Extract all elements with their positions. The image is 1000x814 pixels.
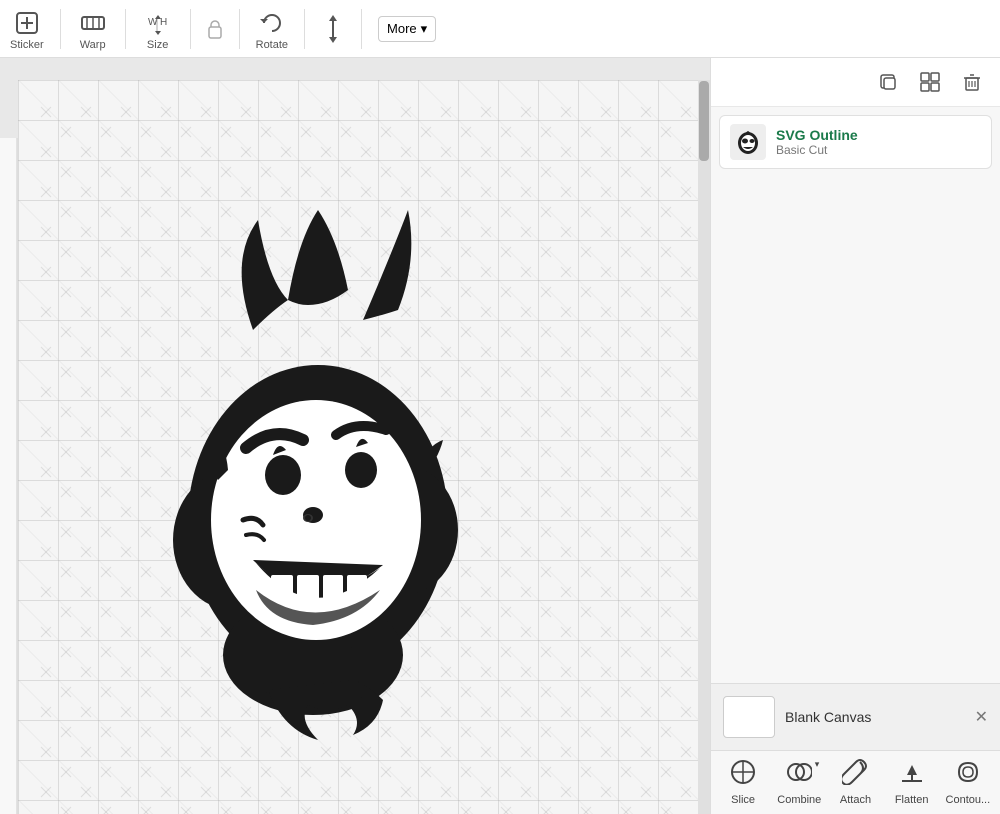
right-panel: Layers Color Sync (710, 0, 1000, 814)
top-toolbar: Sticker Warp W H Size Rotate (0, 0, 1000, 58)
attach-label: Attach (840, 794, 871, 806)
attach-icon (842, 759, 868, 791)
warp-tool[interactable]: Warp (77, 7, 109, 51)
contour-label: Contou... (946, 794, 991, 806)
layer-thumbnail (730, 124, 766, 160)
divider-1 (60, 9, 61, 49)
size-tool[interactable]: W H Size (142, 7, 174, 51)
slice-label: Slice (731, 794, 755, 806)
artwork[interactable] (98, 160, 518, 745)
blank-canvas-item: Blank Canvas ✕ (723, 696, 988, 738)
blank-canvas-thumbnail (723, 696, 775, 738)
more-label: More (387, 21, 417, 36)
layer-item[interactable]: SVG Outline Basic Cut (719, 115, 992, 169)
close-icon[interactable]: ✕ (975, 707, 988, 727)
canvas-scrollbar[interactable] (698, 80, 710, 814)
warp-icon (77, 7, 109, 39)
divider-2 (125, 9, 126, 49)
ruler-left (0, 138, 18, 814)
ruler-left-svg (0, 138, 18, 814)
contour-icon (955, 759, 981, 791)
scrollbar-thumb[interactable] (699, 81, 709, 161)
grid-background (18, 80, 710, 814)
layer-name: SVG Outline (776, 127, 858, 143)
contour-button[interactable]: Contou... (944, 759, 992, 806)
layer-info: SVG Outline Basic Cut (776, 127, 858, 157)
canvas-area: 8 9 10 11 12 13 14 15 (0, 58, 710, 814)
rotate-icon (256, 7, 288, 39)
divider-6 (361, 9, 362, 49)
slice-button[interactable]: Slice (719, 759, 767, 806)
divider-3 (190, 9, 191, 49)
layer-list: SVG Outline Basic Cut (711, 107, 1000, 683)
sticker-tool[interactable]: Sticker (10, 7, 44, 51)
layer-type: Basic Cut (776, 143, 858, 157)
combine-label: Combine (777, 794, 821, 806)
more-button[interactable]: More ▾ (378, 16, 436, 42)
group-button[interactable] (914, 66, 946, 98)
attach-button[interactable]: Attach (831, 759, 879, 806)
size-label: Size (147, 39, 168, 51)
rotate-label: Rotate (256, 39, 288, 51)
trash-icon (961, 71, 983, 93)
lock-indicator (207, 19, 223, 39)
combine-dropdown-arrow: ▾ (815, 759, 820, 770)
combine-button[interactable]: Combine ▾ (775, 759, 823, 806)
combine-icon (786, 759, 812, 791)
delete-button[interactable] (956, 66, 988, 98)
flatten-icon (899, 759, 925, 791)
blank-canvas-label: Blank Canvas (785, 709, 871, 725)
slice-icon (730, 759, 756, 791)
group-icon (919, 71, 941, 93)
cartoon-svg (98, 160, 518, 740)
flatten-label: Flatten (895, 794, 929, 806)
duplicate-button[interactable] (872, 66, 904, 98)
sticker-label: Sticker (10, 39, 44, 51)
divider-4 (239, 9, 240, 49)
bottom-toolbar: Slice Combine ▾ Attach (711, 750, 1000, 814)
rotate-tool[interactable]: Rotate (256, 7, 288, 51)
svg-text:H: H (160, 17, 167, 28)
layer-preview-icon (733, 127, 763, 157)
rotate-value (321, 15, 345, 43)
sticker-icon (11, 7, 43, 39)
warp-label: Warp (80, 39, 106, 51)
divider-5 (304, 9, 305, 49)
blank-canvas-section: Blank Canvas ✕ (711, 683, 1000, 750)
duplicate-icon (877, 71, 899, 93)
size-icon: W H (142, 7, 174, 39)
flatten-button[interactable]: Flatten (888, 759, 936, 806)
panel-toolbar (711, 58, 1000, 107)
more-chevron-icon: ▾ (421, 21, 428, 37)
